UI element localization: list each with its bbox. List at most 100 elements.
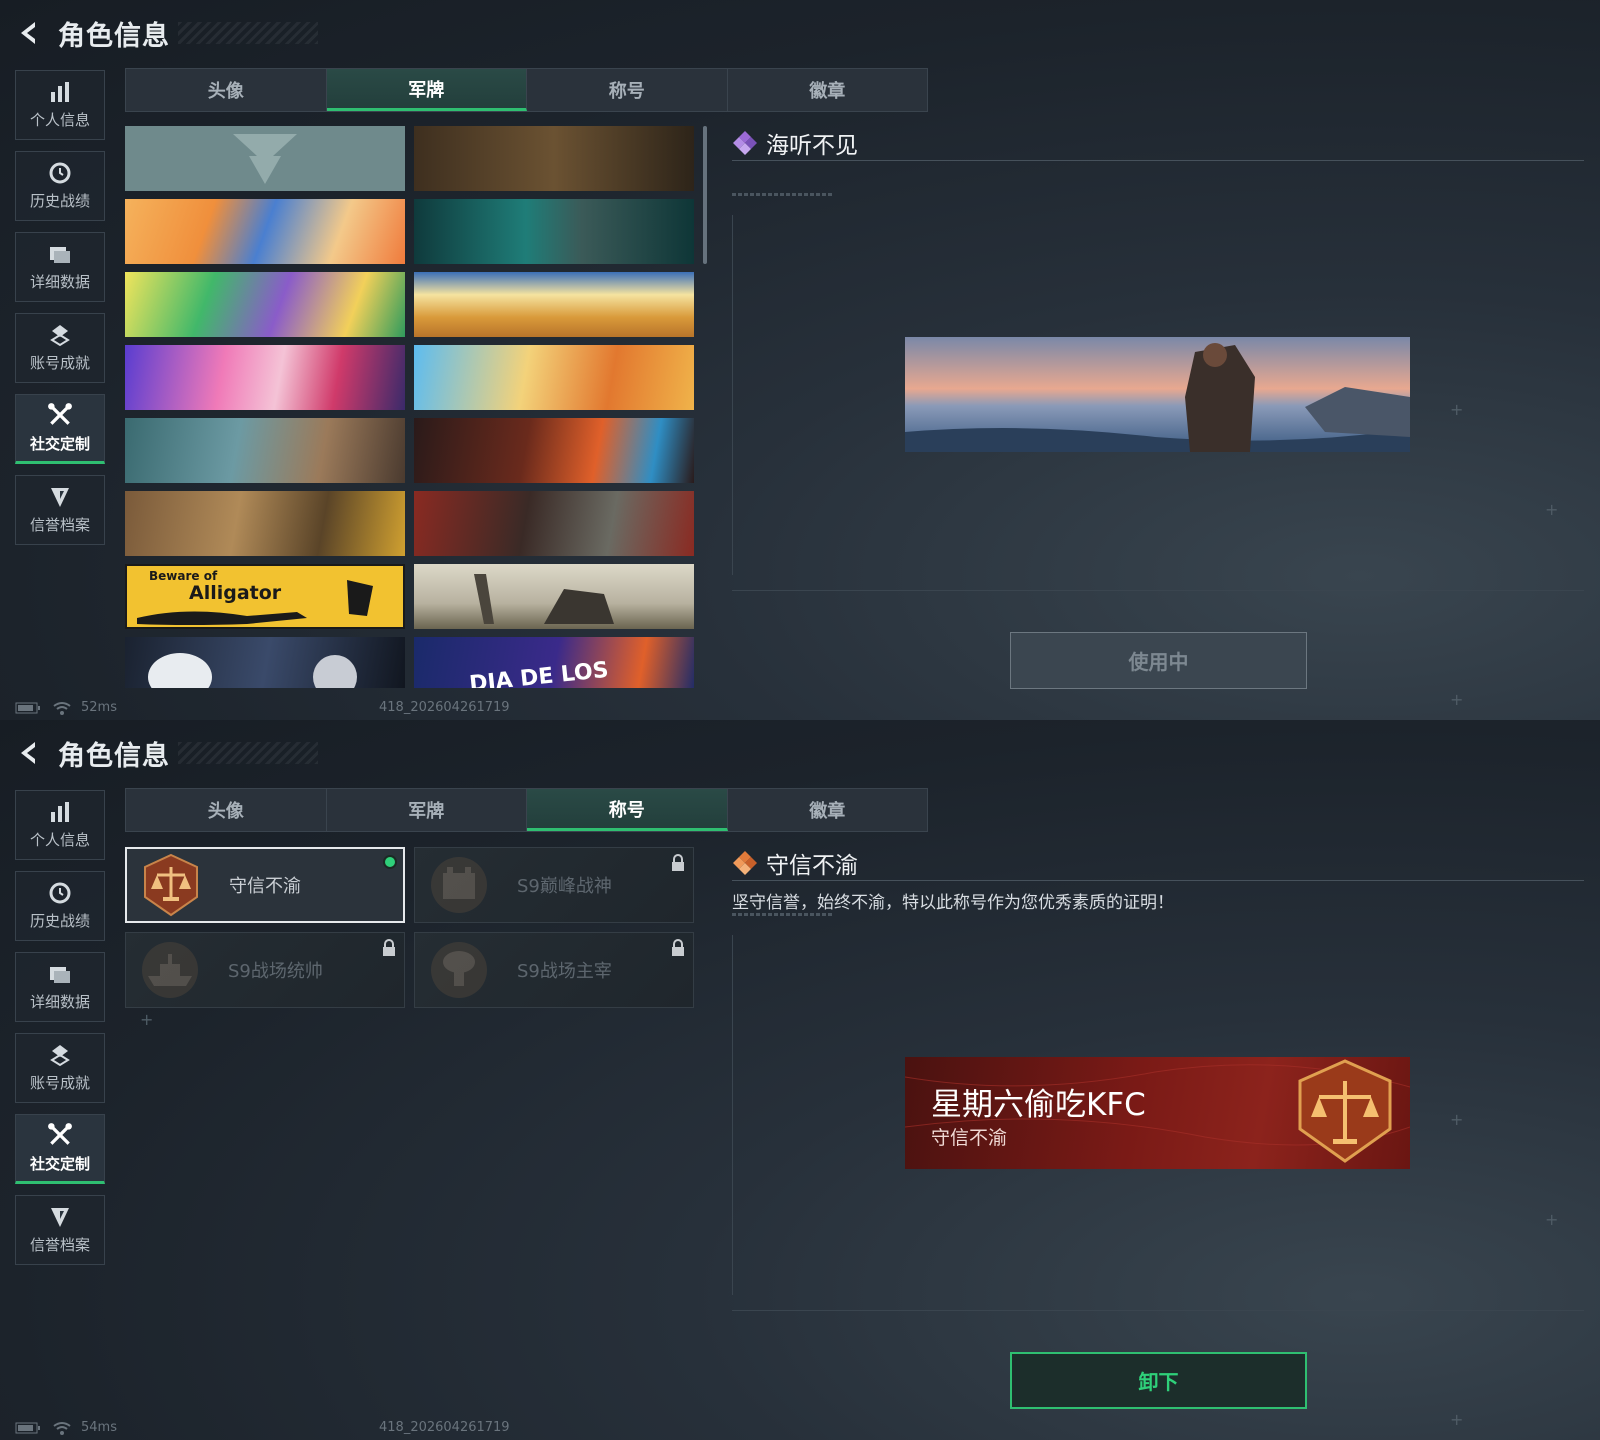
clock-icon — [49, 162, 71, 184]
build-version-text: 418_202604261719 — [379, 700, 510, 715]
dog-tag-card[interactable] — [125, 199, 405, 264]
sidebar-item-history[interactable]: 历史战绩 — [15, 871, 105, 941]
dog-tag-card[interactable] — [414, 418, 694, 483]
sidebar-item-label: 账号成就 — [29, 354, 90, 372]
build-version-text: 418_202604261719 — [379, 1420, 510, 1435]
tab-avatar[interactable]: 头像 — [126, 69, 327, 111]
tab-title[interactable]: 称号 — [527, 789, 728, 831]
dog-tag-card[interactable] — [125, 126, 405, 191]
title-name: S9战场统帅 — [228, 961, 323, 982]
sidebar-item-achievements[interactable]: 账号成就 — [15, 313, 105, 383]
dog-tag-card[interactable] — [414, 345, 694, 410]
divider-decoration — [732, 913, 834, 916]
dog-tag-card[interactable] — [125, 272, 405, 337]
header: 角色信息 — [14, 734, 318, 772]
unequip-button[interactable]: 卸下 — [1010, 1352, 1307, 1409]
detail-header: 守信不渝 — [732, 846, 858, 880]
sidebar-item-label: 信誉档案 — [29, 516, 90, 534]
sidebar-item-label: 社交定制 — [29, 435, 90, 453]
title-card-selected[interactable]: 守信不渝 — [125, 847, 405, 923]
title-card-locked[interactable]: S9战场统帅 — [125, 932, 405, 1008]
lock-icon — [672, 939, 684, 956]
dog-tag-card[interactable] — [125, 418, 405, 483]
sidebar-item-personal-info[interactable]: 个人信息 — [15, 790, 105, 860]
tab-dog-tag[interactable]: 军牌 — [326, 69, 527, 111]
wifi-icon — [53, 1421, 71, 1435]
plus-decoration-icon: + — [1450, 1410, 1464, 1429]
title-name: 守信不渝 — [229, 876, 301, 897]
header-decoration — [178, 22, 318, 44]
explosion-medal-icon — [431, 942, 487, 998]
lock-icon — [383, 939, 395, 956]
tab-bar: 头像 军牌 称号 徽章 — [125, 68, 928, 112]
title-name: S9巅峰战神 — [517, 876, 612, 897]
sidebar-item-details[interactable]: 详细数据 — [15, 232, 105, 302]
status-bar: 54ms 418_202604261719 — [15, 1420, 510, 1435]
title-card-locked[interactable]: S9巅峰战神 — [414, 847, 694, 923]
plus-decoration-icon: + — [1450, 690, 1464, 709]
plus-decoration-icon: + — [1545, 1210, 1559, 1229]
dog-tag-card[interactable] — [125, 637, 405, 688]
divider — [732, 160, 1584, 161]
sidebar-item-label: 详细数据 — [29, 273, 90, 291]
tab-bar: 头像 军牌 称号 徽章 — [125, 788, 928, 832]
back-arrow-icon[interactable] — [14, 18, 44, 48]
divider — [732, 1310, 1584, 1311]
dog-tag-card[interactable]: Beware of Alligator — [125, 564, 405, 629]
sidebar-item-reputation[interactable]: 信誉档案 — [15, 1195, 105, 1265]
sidebar-item-label: 账号成就 — [29, 1074, 90, 1092]
sidebar-item-details[interactable]: 详细数据 — [15, 952, 105, 1022]
diamond-icon — [733, 851, 757, 875]
dog-tag-card[interactable]: DIA DE LOS — [414, 637, 694, 688]
detail-description: 坚守信誉，始终不渝，特以此称号作为您优秀素质的证明！ — [732, 893, 1174, 913]
tools-icon — [48, 403, 72, 425]
sidebar-item-achievements[interactable]: 账号成就 — [15, 1033, 105, 1103]
detail-title: 守信不渝 — [766, 853, 858, 879]
dog-tag-card[interactable] — [414, 126, 694, 191]
back-arrow-icon[interactable] — [14, 738, 44, 768]
dog-tag-card[interactable] — [414, 272, 694, 337]
diamond-icon — [733, 131, 757, 155]
dog-tag-card[interactable] — [125, 491, 405, 556]
scrollbar[interactable] — [703, 126, 707, 264]
banner-text-dia: DIA DE LOS — [468, 657, 610, 688]
sidebar-item-label: 个人信息 — [29, 831, 90, 849]
title-preview-card: 星期六偷吃KFC 守信不渝 — [905, 1057, 1410, 1169]
divider-decoration — [732, 193, 834, 196]
sidebar-item-social-custom[interactable]: 社交定制 — [15, 394, 105, 464]
achievement-icon — [50, 325, 70, 347]
frame-line — [732, 215, 733, 575]
bar-chart-icon — [51, 802, 69, 822]
in-use-button[interactable]: 使用中 — [1010, 632, 1307, 689]
sidebar-item-personal-info[interactable]: 个人信息 — [15, 70, 105, 140]
plus-decoration-icon: + — [140, 1010, 154, 1029]
sidebar-item-label: 社交定制 — [29, 1155, 90, 1173]
tab-avatar[interactable]: 头像 — [126, 789, 327, 831]
dog-tag-card[interactable] — [414, 199, 694, 264]
equipped-indicator — [383, 855, 397, 869]
sidebar-item-history[interactable]: 历史战绩 — [15, 151, 105, 221]
preview-player-name: 星期六偷吃KFC — [931, 1087, 1146, 1123]
shield-icon — [51, 1208, 69, 1227]
sidebar-item-social-custom[interactable]: 社交定制 — [15, 1114, 105, 1184]
dog-tag-card[interactable] — [414, 491, 694, 556]
title-card-locked[interactable]: S9战场主宰 — [414, 932, 694, 1008]
status-bar: 52ms 418_202604261719 — [15, 700, 510, 715]
tab-dog-tag[interactable]: 军牌 — [327, 789, 527, 831]
sidebar-item-reputation[interactable]: 信誉档案 — [15, 475, 105, 545]
shield-icon — [51, 488, 69, 507]
divider — [732, 880, 1584, 881]
sidebar-item-label: 历史战绩 — [29, 192, 90, 210]
dog-tag-card[interactable] — [414, 564, 694, 629]
bar-chart-icon — [51, 82, 69, 102]
lock-icon — [672, 854, 684, 871]
scales-medal-icon — [144, 853, 198, 917]
frame-line — [732, 935, 733, 1295]
dog-tag-grid: Beware of Alligator DIA DE LOS — [125, 126, 695, 688]
tab-title[interactable]: 称号 — [527, 69, 728, 111]
tab-badge[interactable]: 徽章 — [728, 69, 928, 111]
screen-titles: 角色信息 个人信息 历史战绩 详细数据 账号成就 社交定制 信誉档案 头像 军牌… — [0, 720, 1600, 1440]
dog-tag-card[interactable] — [125, 345, 405, 410]
folder-icon — [50, 247, 70, 263]
tab-badge[interactable]: 徽章 — [728, 789, 928, 831]
